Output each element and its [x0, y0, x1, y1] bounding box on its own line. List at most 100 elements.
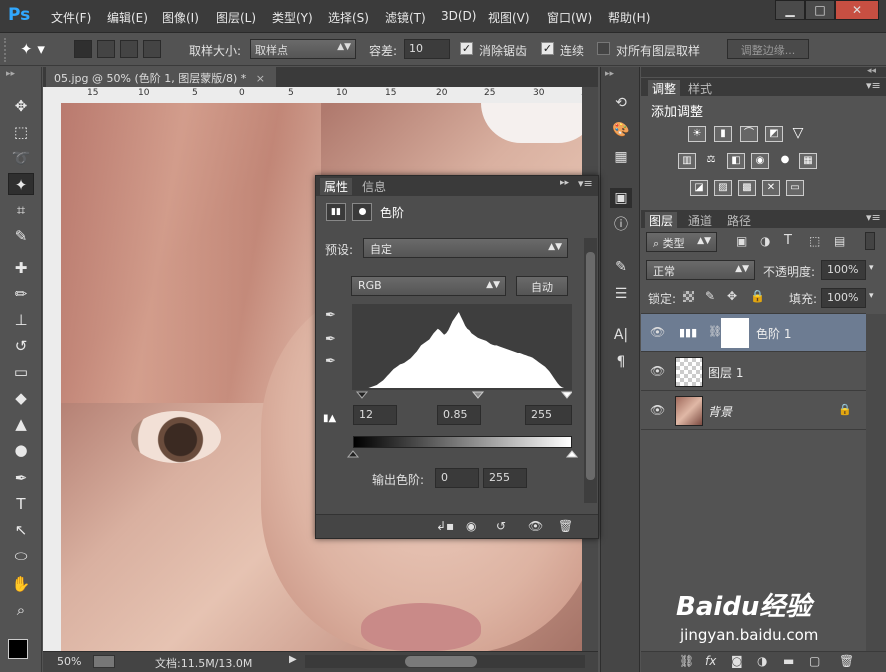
input-gamma-field[interactable]: 0.85: [437, 405, 481, 425]
antialias-checkbox[interactable]: ✓: [460, 42, 473, 55]
blend-mode-dropdown[interactable]: 正常 ▲▼: [646, 260, 755, 280]
layers-panel-menu-icon[interactable]: ▾≡: [866, 211, 881, 224]
filter-smart-object-icon[interactable]: ▤: [834, 234, 845, 248]
refine-edge-button[interactable]: 调整边缘...: [727, 39, 809, 59]
menu-3d[interactable]: 3D(D): [441, 9, 476, 23]
layer-thumbnail[interactable]: [675, 396, 703, 426]
input-slider-track[interactable]: [352, 388, 572, 400]
black-point-slider[interactable]: [355, 391, 369, 399]
sample-size-dropdown[interactable]: 取样点 ▲▼: [250, 39, 356, 59]
visibility-eye-icon[interactable]: 👁: [650, 325, 665, 339]
threshold-icon[interactable]: ▩: [738, 180, 756, 196]
link-chain-icon[interactable]: ⛓: [708, 325, 722, 338]
new-adjustment-icon[interactable]: ◑: [757, 654, 767, 668]
exposure-icon[interactable]: ◩: [765, 126, 783, 142]
output-slider-track[interactable]: [346, 449, 578, 459]
add-selection-mode-icon[interactable]: [97, 40, 115, 58]
brightness-contrast-icon[interactable]: ☀: [688, 126, 706, 142]
zoom-level[interactable]: 50%: [57, 655, 81, 668]
layer-name[interactable]: 背景: [708, 403, 732, 420]
gradient-map-icon[interactable]: ▭: [786, 180, 804, 196]
opacity-input[interactable]: 100%: [821, 260, 866, 280]
gamma-slider[interactable]: [471, 391, 485, 399]
filter-shape-icon[interactable]: ⬚: [809, 234, 820, 248]
color-panel-icon[interactable]: 🎨: [610, 120, 632, 140]
levels-icon[interactable]: ▮: [714, 126, 732, 142]
history-brush-tool-icon[interactable]: ↺: [8, 335, 34, 357]
menu-window[interactable]: 窗口(W): [547, 9, 592, 26]
delete-adjustment-icon[interactable]: 🗑: [558, 519, 573, 533]
visibility-eye-icon[interactable]: 👁: [650, 403, 665, 417]
hand-tool-icon[interactable]: ✋: [8, 573, 34, 595]
collapse-dock-icon[interactable]: ▸▸: [605, 69, 614, 79]
dodge-tool-icon[interactable]: ●: [8, 439, 34, 461]
menu-type[interactable]: 类型(Y): [272, 9, 313, 26]
curves-icon[interactable]: ⌒: [740, 126, 758, 142]
add-mask-icon[interactable]: ◙: [731, 654, 743, 668]
menu-help[interactable]: 帮助(H): [608, 9, 650, 26]
zoom-tool-icon[interactable]: ⌕: [8, 599, 34, 621]
properties-scrollbar[interactable]: [584, 238, 597, 503]
selective-color-icon[interactable]: ✕: [762, 180, 780, 196]
properties-panel-icon[interactable]: ▣: [610, 188, 632, 208]
layer-thumbnail[interactable]: [675, 357, 703, 387]
white-point-slider[interactable]: [560, 391, 572, 399]
menu-select[interactable]: 选择(S): [328, 9, 369, 26]
sample-all-layers-checkbox[interactable]: [597, 42, 610, 55]
character-panel-icon[interactable]: A|: [610, 325, 632, 345]
history-panel-icon[interactable]: ⟲: [610, 93, 632, 113]
link-layers-icon[interactable]: ⛓: [679, 654, 694, 668]
filter-pixel-icon[interactable]: ▣: [736, 234, 747, 248]
visibility-toggle-icon[interactable]: 👁: [528, 519, 543, 533]
output-black-field[interactable]: 0: [435, 468, 479, 488]
layer-row-background[interactable]: 👁 背景 🔒: [641, 392, 866, 430]
layer-mask-thumbnail[interactable]: [721, 318, 749, 348]
tab-layers[interactable]: 图层: [645, 212, 678, 229]
properties-menu-icon[interactable]: ▾≡: [578, 177, 593, 190]
minimize-button[interactable]: ▁: [775, 0, 805, 20]
intersect-selection-mode-icon[interactable]: [143, 40, 161, 58]
menu-edit[interactable]: 编辑(E): [107, 9, 148, 26]
menu-layer[interactable]: 图层(L): [216, 9, 256, 26]
crop-tool-icon[interactable]: ⌗: [8, 199, 34, 221]
posterize-icon[interactable]: ▨: [714, 180, 732, 196]
brush-panel-icon[interactable]: ✎: [610, 257, 632, 277]
type-tool-icon[interactable]: T: [8, 493, 34, 515]
swatches-panel-icon[interactable]: ▦: [610, 147, 632, 167]
layer-row-levels[interactable]: 👁 ▮▮▮ ⛓ 色阶 1: [641, 314, 866, 352]
tab-styles[interactable]: 样式: [688, 80, 712, 97]
hue-saturation-icon[interactable]: ▥: [678, 153, 696, 169]
new-group-icon[interactable]: ▬: [783, 654, 794, 668]
close-tab-icon[interactable]: ×: [256, 72, 265, 85]
new-selection-mode-icon[interactable]: [74, 40, 92, 58]
black-white-icon[interactable]: ◧: [727, 153, 745, 169]
path-selection-tool-icon[interactable]: ↖: [8, 519, 34, 541]
grip-handle[interactable]: [4, 38, 10, 62]
expand-panel-icon[interactable]: ▸▸: [560, 178, 569, 188]
panel-menu-icon[interactable]: ▾≡: [866, 79, 881, 92]
auto-button[interactable]: 自动: [516, 276, 568, 296]
layer-name[interactable]: 色阶 1: [756, 325, 791, 342]
magic-wand-tool-icon[interactable]: ✦: [8, 173, 34, 195]
tab-info[interactable]: 信息: [362, 178, 386, 195]
foreground-color-swatch[interactable]: [8, 639, 28, 659]
filter-adjustment-icon[interactable]: ◑: [760, 234, 770, 248]
status-icon[interactable]: [93, 655, 115, 668]
scrollbar-thumb[interactable]: [405, 656, 477, 667]
subtract-selection-mode-icon[interactable]: [120, 40, 138, 58]
paint-bucket-tool-icon[interactable]: ◆: [8, 387, 34, 409]
menu-view[interactable]: 视图(V): [488, 9, 530, 26]
new-layer-icon[interactable]: ▢: [809, 654, 820, 668]
clipping-warning-icon[interactable]: ▮▲: [323, 413, 336, 424]
filter-type-icon[interactable]: T: [784, 233, 792, 248]
tab-channels[interactable]: 通道: [688, 212, 712, 229]
vibrance-icon[interactable]: ▽: [789, 126, 807, 142]
layer-row-layer1[interactable]: 👁 图层 1: [641, 353, 866, 391]
pen-tool-icon[interactable]: ✒: [8, 467, 34, 489]
output-white-field[interactable]: 255: [483, 468, 527, 488]
clone-stamp-tool-icon[interactable]: ⊥: [8, 309, 34, 331]
input-black-field[interactable]: 12: [353, 405, 397, 425]
channel-dropdown[interactable]: RGB ▲▼: [351, 276, 506, 296]
layer-style-icon[interactable]: fx: [705, 654, 716, 668]
invert-icon[interactable]: ◪: [690, 180, 708, 196]
